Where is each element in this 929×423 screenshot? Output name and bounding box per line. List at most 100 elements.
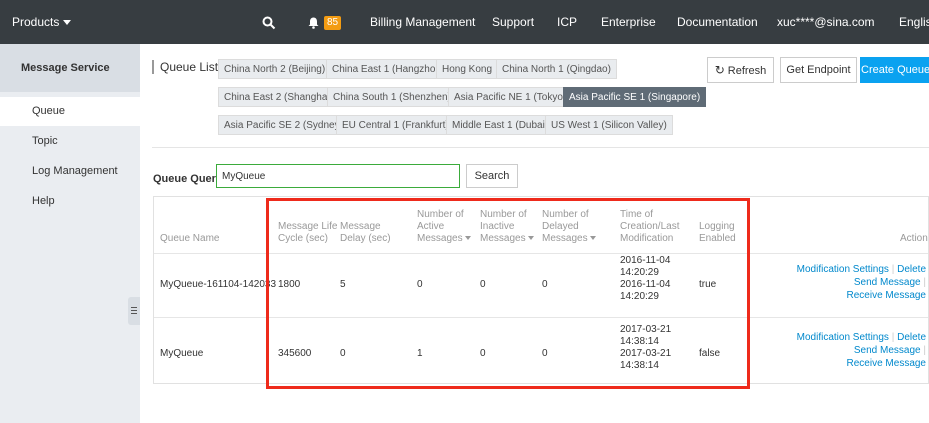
header-text: Delay (sec): [340, 233, 391, 244]
region-tab[interactable]: Asia Pacific SE 2 (Sydney): [218, 115, 349, 135]
delete-link[interactable]: Delete: [897, 332, 926, 343]
header-life-cycle: Message Life Cycle (sec): [278, 221, 337, 245]
region-tab[interactable]: China East 1 (Hangzhou): [326, 59, 451, 79]
region-tab[interactable]: Asia Pacific NE 1 (Tokyo): [448, 87, 573, 107]
queue-name-cell: MyQueue-161104-142033: [160, 279, 277, 290]
bell-icon: [308, 17, 319, 29]
sidebar-item-queue[interactable]: Queue: [0, 97, 140, 126]
icp-link[interactable]: ICP: [557, 0, 577, 44]
menu-icon-line: [131, 307, 137, 308]
sidebar-title: Message Service: [0, 44, 140, 92]
region-tab-selected[interactable]: Asia Pacific SE 1 (Singapore): [563, 87, 707, 107]
header-text: Time of: [620, 209, 653, 220]
created-date: 2016-11-04: [620, 255, 671, 266]
receive-message-link[interactable]: Receive Message: [847, 358, 926, 369]
header-logging: Logging Enabled: [699, 221, 736, 245]
delay-cell: 0: [340, 348, 346, 359]
refresh-icon: ↻: [714, 63, 725, 77]
region-tab[interactable]: EU Central 1 (Frankfurt): [336, 115, 455, 135]
queue-name-cell: MyQueue: [160, 348, 204, 359]
sidebar-item-topic[interactable]: Topic: [32, 135, 58, 147]
sidebar-item-log-management[interactable]: Log Management: [32, 165, 118, 177]
support-link[interactable]: Support: [492, 0, 534, 44]
send-message-link[interactable]: Send Message: [854, 277, 921, 288]
modification-settings-link[interactable]: Modification Settings: [797, 264, 889, 275]
region-tab[interactable]: Middle East 1 (Dubai): [446, 115, 555, 135]
delete-link[interactable]: Delete: [897, 264, 926, 275]
search-button[interactable]: Search: [466, 164, 518, 188]
top-navigation-bar: Products 85 Billing Management Support I…: [0, 0, 929, 44]
notifications-button[interactable]: 85: [308, 0, 342, 44]
region-tab[interactable]: China South 1 (Shenzhen): [327, 87, 457, 107]
sidebar-item-help[interactable]: Help: [32, 195, 55, 207]
inactive-cell: 0: [480, 348, 486, 359]
created-time: 14:38:14: [620, 336, 659, 347]
notification-count-badge: 85: [324, 15, 342, 30]
delayed-cell: 0: [542, 348, 548, 359]
language-menu[interactable]: English: [899, 0, 929, 44]
life-cycle-cell: 1800: [278, 279, 301, 290]
header-text: Inactive: [480, 221, 515, 232]
header-text: Number of: [480, 209, 527, 220]
search-icon[interactable]: [262, 0, 276, 44]
header-text: Cycle (sec): [278, 233, 329, 244]
header-text: Active: [417, 221, 445, 232]
region-tab[interactable]: Hong Kong: [436, 59, 499, 79]
menu-icon-line: [131, 310, 137, 311]
region-tab[interactable]: China North 2 (Beijing): [218, 59, 332, 79]
header-text: Messages: [417, 233, 463, 244]
modification-settings-link[interactable]: Modification Settings: [797, 332, 889, 343]
get-endpoint-button[interactable]: Get Endpoint: [780, 57, 857, 83]
actions-cell: Modification Settings | Delete Send Mess…: [786, 331, 926, 370]
receive-message-link[interactable]: Receive Message: [847, 290, 926, 301]
header-inactive-messages[interactable]: Number of Inactive Messages: [480, 209, 534, 245]
modified-time: 14:38:14: [620, 360, 659, 371]
modified-time: 14:20:29: [620, 291, 659, 302]
header-text: Message: [340, 221, 381, 232]
header-text: Creation/Last: [620, 221, 680, 232]
region-tab[interactable]: China East 2 (Shanghai): [218, 87, 339, 107]
region-tab[interactable]: China North 1 (Qingdao): [496, 59, 617, 79]
logging-cell: false: [699, 348, 721, 359]
header-text: Delayed: [542, 221, 579, 232]
sort-down-icon: [527, 236, 534, 241]
products-label: Products: [12, 15, 60, 29]
billing-management-link[interactable]: Billing Management: [370, 0, 475, 44]
header-text: Messages: [542, 233, 588, 244]
user-account-menu[interactable]: xuc****@sina.com: [777, 0, 875, 44]
header-text: Number of: [417, 209, 464, 220]
enterprise-link[interactable]: Enterprise: [601, 0, 656, 44]
time-cell: 2017-03-21 14:38:14 2017-03-21 14:38:14: [620, 324, 671, 372]
active-cell: 0: [417, 279, 423, 290]
sidebar-collapse-handle[interactable]: [128, 297, 140, 325]
refresh-button[interactable]: ↻ Refresh: [707, 57, 774, 83]
menu-icon-line: [131, 313, 137, 314]
header-text: Message Life: [278, 221, 338, 232]
separator: |: [923, 277, 926, 288]
sort-down-icon: [464, 236, 471, 241]
sidebar: Message Service Queue Topic Log Manageme…: [0, 44, 140, 423]
header-text: Number of: [542, 209, 589, 220]
separator: |: [891, 264, 895, 275]
sort-down-icon: [589, 236, 596, 241]
chevron-down-icon: [63, 20, 72, 26]
documentation-link[interactable]: Documentation: [677, 0, 758, 44]
divider: [152, 147, 929, 148]
created-date: 2017-03-21: [620, 324, 672, 335]
actions-cell: Modification Settings | Delete Send Mess…: [786, 263, 926, 302]
header-delayed-messages[interactable]: Number of Delayed Messages: [542, 209, 596, 245]
header-active-messages[interactable]: Number of Active Messages: [417, 209, 471, 245]
header-action: Action: [900, 233, 928, 244]
create-queue-button[interactable]: Create Queue: [860, 57, 929, 83]
header-text: Logging: [699, 221, 735, 232]
row-divider: [154, 317, 928, 318]
header-text: Modification: [620, 233, 674, 244]
send-message-link[interactable]: Send Message: [854, 345, 921, 356]
region-tab[interactable]: US West 1 (Silicon Valley): [545, 115, 673, 135]
queue-query-input[interactable]: [216, 164, 460, 188]
products-menu[interactable]: Products: [12, 0, 72, 44]
queue-table: Queue Name Message Life Cycle (sec) Mess…: [153, 196, 929, 384]
modified-date: 2017-03-21: [620, 348, 672, 359]
header-time: Time of Creation/Last Modification: [620, 209, 679, 245]
separator: |: [891, 332, 895, 343]
